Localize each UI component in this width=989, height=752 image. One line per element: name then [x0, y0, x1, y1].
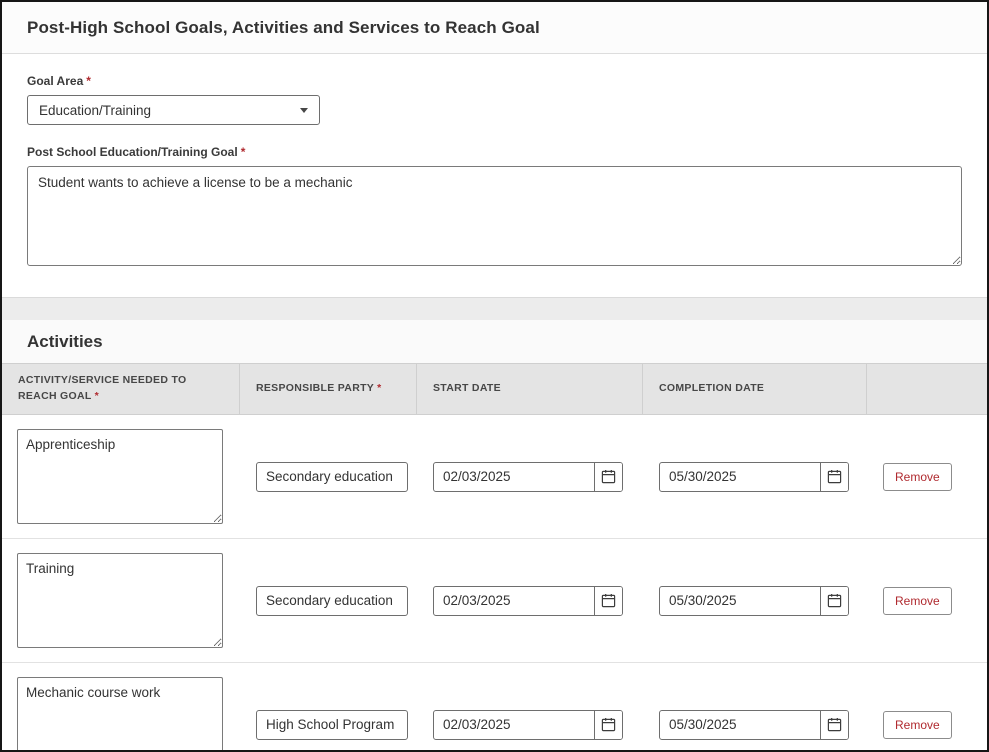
start-date-input[interactable] — [434, 710, 594, 739]
remove-button[interactable]: Remove — [883, 710, 952, 739]
activity-row: Training Secondary education 02/03/2025 … — [2, 539, 987, 663]
completion-date-input[interactable] — [660, 586, 820, 615]
calendar-icon — [601, 717, 616, 732]
start-date-field — [433, 585, 623, 616]
calendar-icon — [601, 469, 616, 484]
post-school-goal-field: Post School Education/Training Goal * Stu… — [27, 145, 962, 271]
activities-header: Activities — [2, 320, 987, 363]
activity-row: Apprenticeship Secondary education 02/03… — [2, 415, 987, 539]
start-date-field — [433, 709, 623, 740]
responsible-party-input[interactable] — [256, 709, 408, 740]
start-date-field — [433, 461, 623, 492]
column-header-completion-date: COMPLETION DATE — [643, 364, 867, 414]
goal-area-select[interactable]: Education/Training — [27, 95, 320, 125]
calendar-icon — [601, 593, 616, 608]
required-asterisk: * — [240, 145, 246, 159]
remove-button[interactable]: Remove — [883, 462, 952, 491]
page-title: Post-High School Goals, Activities and S… — [27, 18, 540, 37]
start-date-input[interactable] — [434, 586, 594, 615]
start-date-input[interactable] — [434, 462, 594, 491]
completion-date-calendar-button[interactable] — [820, 710, 848, 739]
activities-table-header: ACTIVITY/SERVICE NEEDED TO REACH GOAL * R… — [2, 363, 987, 415]
start-date-calendar-button[interactable] — [594, 462, 622, 491]
post-school-goal-label-text: Post School Education/Training Goal — [27, 145, 238, 159]
column-header-activity: ACTIVITY/SERVICE NEEDED TO REACH GOAL * — [2, 364, 240, 414]
completion-date-field — [659, 709, 849, 740]
activity-textarea[interactable]: Apprenticeship — [17, 429, 223, 524]
column-header-responsible-party: RESPONSIBLE PARTY * — [240, 364, 417, 414]
section-divider — [2, 297, 987, 320]
completion-date-calendar-button[interactable] — [820, 462, 848, 491]
activity-row: Mechanic course work High School Program… — [2, 663, 987, 750]
calendar-icon — [827, 717, 842, 732]
completion-date-field — [659, 461, 849, 492]
start-date-calendar-button[interactable] — [594, 710, 622, 739]
completion-date-input[interactable] — [660, 462, 820, 491]
remove-button[interactable]: Remove — [883, 586, 952, 615]
required-asterisk: * — [86, 74, 91, 88]
chevron-down-icon — [300, 107, 308, 113]
completion-date-field — [659, 585, 849, 616]
calendar-icon — [827, 593, 842, 608]
responsible-party-input[interactable] — [256, 585, 408, 616]
activity-textarea[interactable]: Training — [17, 553, 223, 648]
post-school-goal-label: Post School Education/Training Goal * — [27, 145, 962, 159]
completion-date-input[interactable] — [660, 710, 820, 739]
page-header: Post-High School Goals, Activities and S… — [2, 2, 987, 54]
column-header-actions — [867, 364, 987, 414]
page: Post-High School Goals, Activities and S… — [0, 0, 989, 752]
activity-textarea[interactable]: Mechanic course work — [17, 677, 223, 750]
calendar-icon — [827, 469, 842, 484]
required-asterisk: * — [94, 390, 99, 402]
goal-area-label: Goal Area * — [27, 74, 962, 88]
post-school-goal-textarea[interactable]: Student wants to achieve a license to be… — [27, 166, 962, 266]
goal-area-field: Goal Area * Education/Training — [27, 74, 962, 125]
goal-area-label-text: Goal Area — [27, 74, 84, 88]
column-header-start-date: START DATE — [417, 364, 643, 414]
goal-form: Goal Area * Education/Training Post Schoo… — [2, 54, 987, 297]
activities-title: Activities — [27, 332, 103, 351]
goal-area-selected-value: Education/Training — [39, 102, 152, 118]
responsible-party-input[interactable] — [256, 461, 408, 492]
completion-date-calendar-button[interactable] — [820, 586, 848, 615]
start-date-calendar-button[interactable] — [594, 586, 622, 615]
required-asterisk: * — [377, 382, 382, 395]
